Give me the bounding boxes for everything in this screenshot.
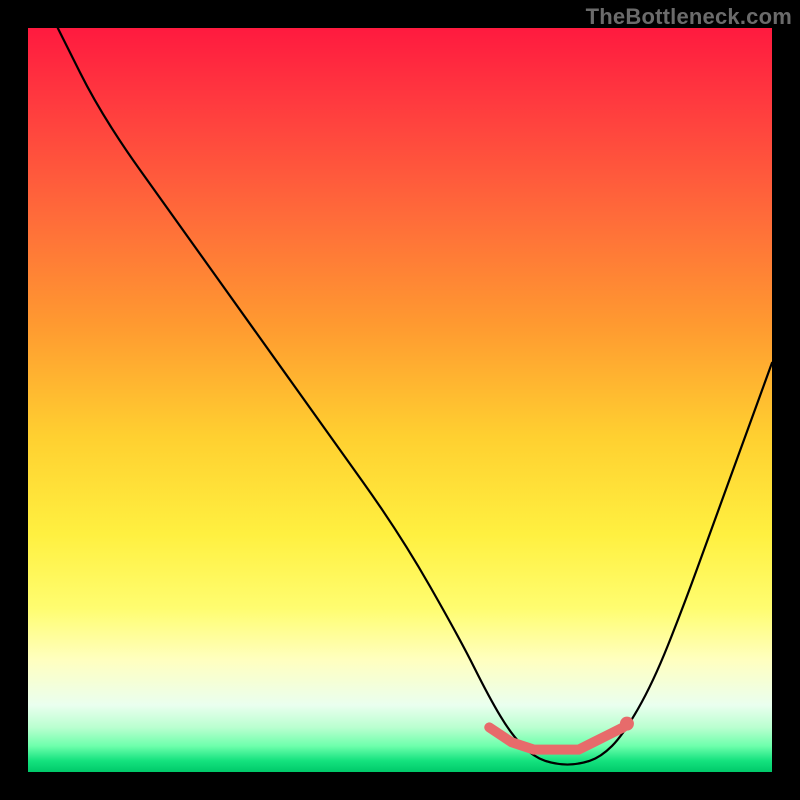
end-dot-icon (620, 717, 634, 731)
chart-frame: TheBottleneck.com (0, 0, 800, 800)
plot-area (28, 28, 772, 772)
curve-svg (28, 28, 772, 772)
watermark-text: TheBottleneck.com (586, 4, 792, 30)
bottleneck-curve (58, 28, 772, 765)
